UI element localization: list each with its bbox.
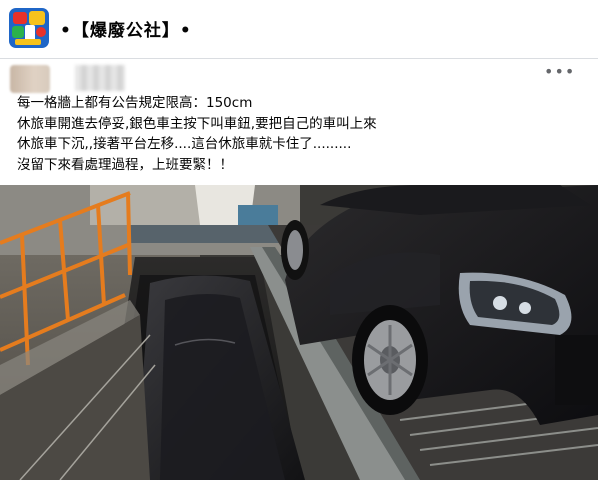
post-card: ••• 每一格牆上都有公告規定限高：150cm 休旅車開進去停妥,銀色車主按下叫… [0,59,598,480]
post-text-line: 休旅車下沉,,接著平台左移....這台休旅車就卡住了......... [17,136,352,152]
author-avatar-blurred[interactable] [10,65,50,93]
post-text-line: 沒留下來看處理過程，上班要緊！！ [17,156,233,173]
group-header: •【爆廢公社】• [0,0,598,59]
post-text-line: 休旅車開進去停妥,銀色車主按下叫車鈕,要把自己的車叫上來 [17,115,377,132]
more-options-button[interactable]: ••• [544,62,576,82]
more-horizontal-icon: ••• [544,62,576,81]
parking-lot-illustration [0,185,598,480]
group-name[interactable]: •【爆廢公社】• [60,16,192,41]
author-row: ••• [0,59,598,93]
page: •【爆廢公社】• ••• 每一格牆上都有公告規定限高：150cm 休旅車開進去停… [0,0,598,480]
bao-fei-gong-she-logo[interactable] [9,8,49,48]
post-photo[interactable] [0,185,598,480]
author-name-blurred[interactable] [75,65,125,91]
post-text-line: 每一格牆上都有公告規定限高：150cm [17,95,253,111]
post-text: 每一格牆上都有公告規定限高：150cm 休旅車開進去停妥,銀色車主按下叫車鈕,要… [17,93,577,175]
